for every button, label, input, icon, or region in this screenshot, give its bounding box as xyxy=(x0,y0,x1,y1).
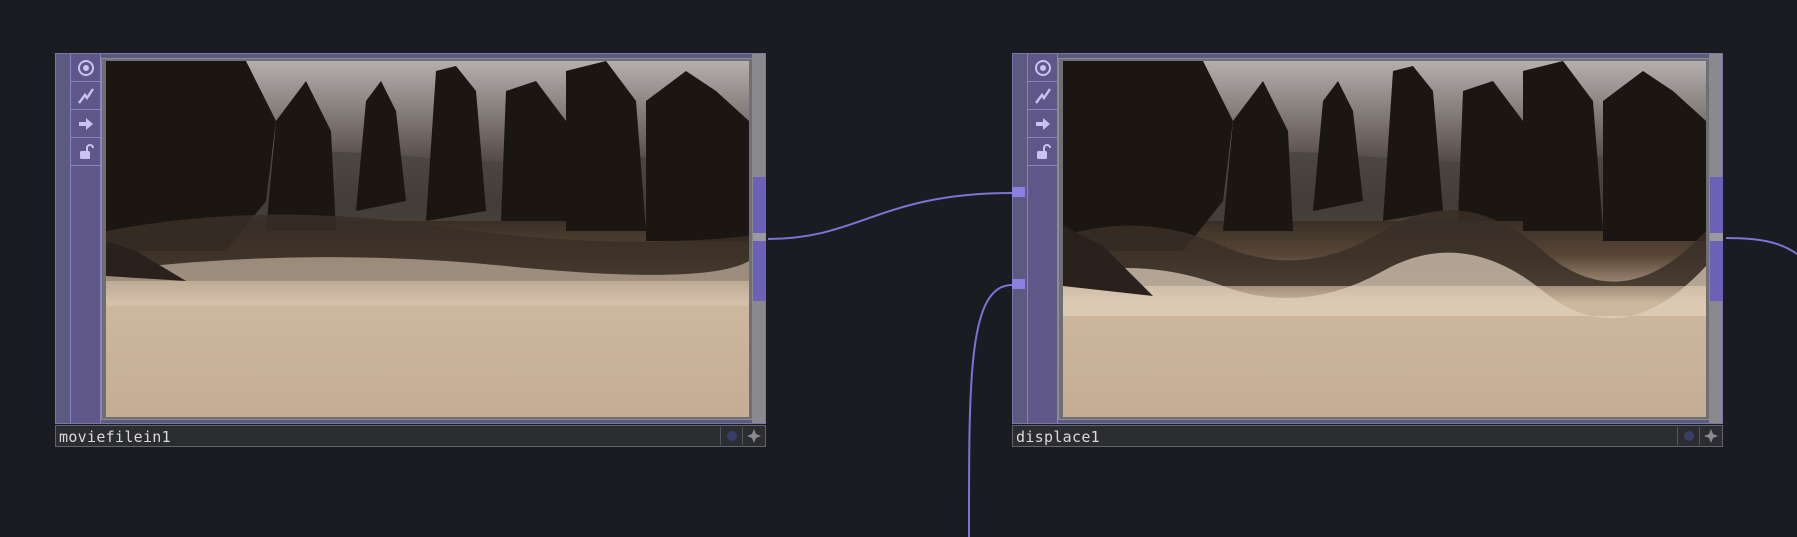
node-viewer[interactable] xyxy=(1058,58,1713,420)
node-namebar[interactable]: displace1 xyxy=(1012,425,1723,447)
lock-icon[interactable] xyxy=(71,138,100,166)
wire-offscreen-to-displace1 xyxy=(967,284,1013,537)
node-frame[interactable] xyxy=(1012,53,1723,424)
output-connector[interactable] xyxy=(753,177,766,301)
node-moviefilein1[interactable]: moviefilein1 xyxy=(55,53,766,447)
node-displace1[interactable]: displace1 xyxy=(1012,53,1723,447)
video-preview xyxy=(1063,61,1706,417)
lock-icon[interactable] xyxy=(1028,138,1057,166)
node-frame[interactable] xyxy=(55,53,766,424)
viewer-active-icon[interactable] xyxy=(1028,54,1057,82)
flag-strip xyxy=(1027,54,1058,423)
wire-moviefilein1-to-displace1 xyxy=(767,192,1013,240)
node-namebar[interactable]: moviefilein1 xyxy=(55,425,766,447)
node-viewer[interactable] xyxy=(101,58,756,420)
output-connector[interactable] xyxy=(1710,177,1723,301)
video-preview xyxy=(106,61,749,417)
wire-displace1-to-offscreen xyxy=(1725,237,1797,255)
node-name[interactable]: moviefilein1 xyxy=(59,428,171,446)
bypass-icon[interactable] xyxy=(1677,427,1700,445)
export-icon[interactable] xyxy=(1028,110,1057,138)
render-flag-icon[interactable] xyxy=(742,427,765,445)
node-name[interactable]: displace1 xyxy=(1016,428,1100,446)
bypass-icon[interactable] xyxy=(720,427,743,445)
input-connector-1[interactable] xyxy=(1012,279,1025,289)
input-connector-0[interactable] xyxy=(1012,187,1025,197)
flag-strip xyxy=(70,54,101,423)
cook-icon[interactable] xyxy=(1028,82,1057,110)
viewer-active-icon[interactable] xyxy=(71,54,100,82)
render-flag-icon[interactable] xyxy=(1699,427,1722,445)
cook-icon[interactable] xyxy=(71,82,100,110)
export-icon[interactable] xyxy=(71,110,100,138)
